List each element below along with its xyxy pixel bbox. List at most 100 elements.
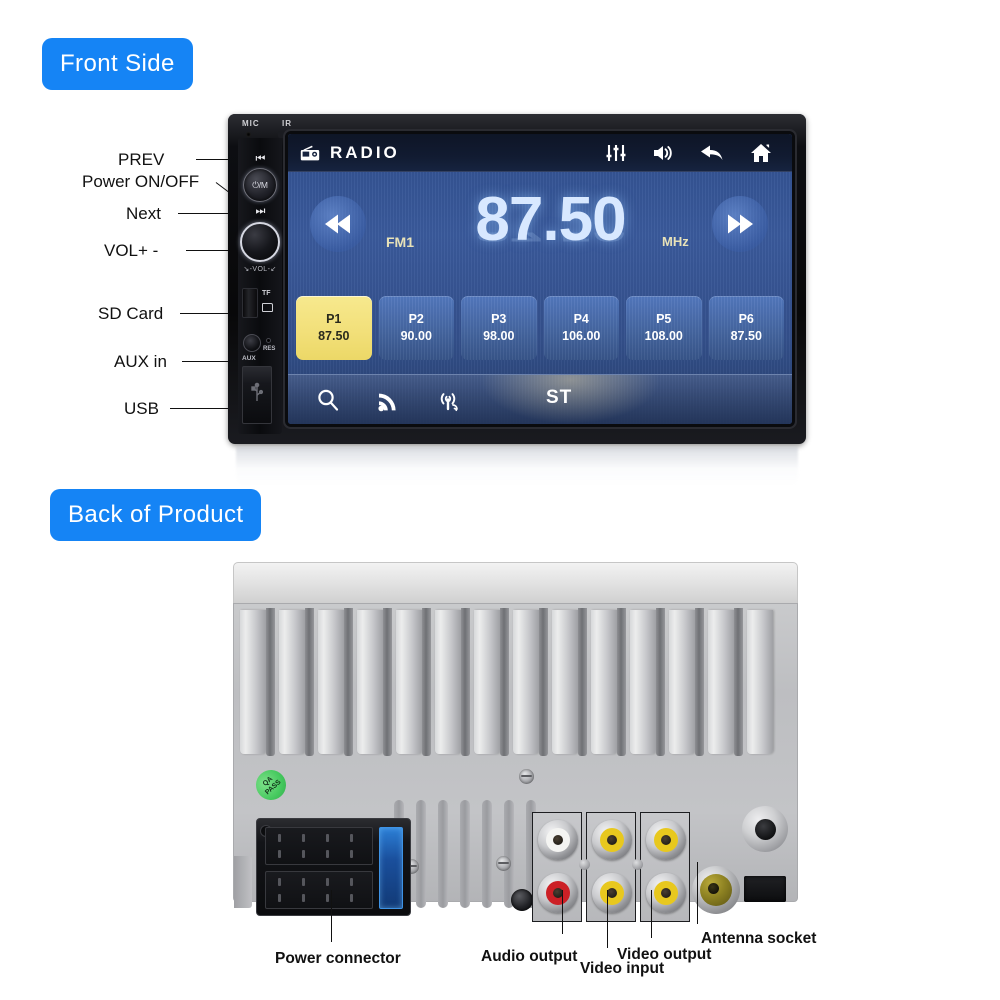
radio-band-label: FM1: [386, 234, 414, 250]
equalizer-icon[interactable]: [606, 144, 626, 162]
antenna-socket-inner: [700, 874, 732, 906]
reset-label: RES: [263, 346, 276, 352]
front-unit-reflection: [236, 447, 798, 487]
leader-line-audio-output: [562, 890, 563, 934]
antenna-scan-icon[interactable]: [436, 388, 462, 412]
preset-button-p6[interactable]: P6 87.50: [708, 296, 784, 360]
connector-pin-bank-top: [265, 827, 373, 865]
preset-frequency: 108.00: [644, 329, 683, 343]
callout-label-video-output: Video output: [617, 946, 712, 963]
screen-top-bar: RADIO: [288, 134, 792, 172]
search-icon[interactable]: [316, 388, 340, 412]
callout-label-audio-output: Audio output: [481, 948, 578, 965]
preset-name: P3: [491, 312, 507, 326]
screen-bottom-bar: ST: [288, 374, 792, 424]
top-bar-icon-group: [606, 143, 772, 163]
heatsink-fins: [240, 604, 793, 759]
section-pill-front-side: Front Side: [42, 38, 193, 90]
chassis-screw-center: [496, 856, 511, 871]
mounting-bracket-left: [234, 856, 252, 908]
callout-label-vol: VOL+ -: [104, 241, 159, 260]
back-arrow-icon[interactable]: [700, 144, 724, 162]
sd-card-slot[interactable]: TF: [242, 284, 278, 328]
preset-name: P2: [408, 312, 424, 326]
preset-name: P6: [738, 312, 754, 326]
rca-jack-yellow-out-1: [646, 820, 686, 860]
volume-knob-label: ↘-VOL-↙: [243, 266, 277, 273]
preset-button-p4[interactable]: P4 106.00: [543, 296, 619, 360]
ir-label: IR: [282, 119, 292, 128]
mic-ir-group: MIC IR: [242, 119, 352, 138]
front-head-unit: MIC IR ⏮ ⏻/M ⏭ ↘-VOL-↙ TF RES AUX RADIO …: [228, 114, 806, 444]
callout-label-sd-card: SD Card: [98, 304, 164, 323]
section-pill-back-of-product: Back of Product: [50, 489, 262, 541]
auxiliary-round-socket: [511, 889, 533, 911]
preset-frequency: 87.50: [318, 329, 350, 343]
frequency-unit: MHz: [662, 234, 689, 249]
video-output-jack-group: [640, 812, 690, 922]
volume-icon[interactable]: [652, 144, 674, 162]
volume-knob[interactable]: [240, 222, 280, 262]
preset-name: P4: [573, 312, 589, 326]
antenna-socket: [692, 866, 740, 914]
rca-bracket-screw-2: [632, 859, 643, 870]
usb-icon: [251, 382, 264, 408]
preset-button-p3[interactable]: P3 98.00: [461, 296, 537, 360]
rca-jack-yellow-out-2: [646, 873, 686, 913]
signal-icon[interactable]: [378, 388, 400, 412]
screen-mode-title: RADIO: [330, 142, 400, 162]
reset-hole[interactable]: [266, 338, 271, 343]
qa-pass-sticker: QA PASS: [249, 763, 293, 807]
callout-label-usb: USB: [124, 399, 159, 418]
connector-pin-bank-bottom: [265, 871, 373, 909]
callout-label-next: Next: [126, 204, 161, 223]
video-input-jack-group: [586, 812, 636, 922]
preset-name: P5: [656, 312, 672, 326]
preset-button-row: P1 87.50 P2 90.00 P3 98.00 P4 106.00 P5: [296, 296, 784, 360]
preset-button-p2[interactable]: P2 90.00: [378, 296, 454, 360]
home-icon[interactable]: [750, 143, 772, 163]
prev-track-button[interactable]: ⏮: [238, 148, 282, 170]
preset-frequency: 98.00: [483, 329, 515, 343]
radio-icon: [300, 145, 320, 161]
preset-frequency: 106.00: [562, 329, 601, 343]
callout-label-aux-in: AUX in: [114, 352, 167, 371]
preset-button-p5[interactable]: P5 108.00: [626, 296, 702, 360]
rca-jack-white: [538, 820, 578, 860]
sd-card-icon: [262, 303, 273, 312]
leader-line-power-connector: [331, 890, 332, 942]
antenna-socket-hole: [708, 882, 719, 894]
tf-label: TF: [262, 290, 271, 297]
tuner-row: FM1 87.50 87.50 MHz: [288, 172, 792, 294]
next-track-button[interactable]: ⏭: [238, 200, 282, 222]
callout-label-prev: PREV: [118, 150, 165, 169]
callout-label-power: Power ON/OFF: [82, 172, 200, 191]
sd-slot-opening: [242, 288, 258, 318]
usb-port[interactable]: [242, 366, 272, 424]
aux-input-jack[interactable]: [243, 334, 261, 352]
rca-jack-yellow-in-1: [592, 820, 632, 860]
back-panel-unit: QA PASS: [233, 562, 798, 922]
touchscreen-display[interactable]: RADIO FM1 87.50 MHz P1 87.50 P2 90.00 P3…: [288, 134, 792, 424]
leader-line-antenna-socket: [697, 862, 698, 924]
rca-jack-red: [538, 873, 578, 913]
chassis-screw-top: [519, 769, 534, 784]
stereo-indicator[interactable]: ST: [546, 387, 572, 409]
leader-line-video-input: [607, 890, 608, 948]
audio-output-jack-group: [532, 812, 582, 922]
aux-label: AUX: [242, 355, 256, 362]
chassis-boss-hole: [754, 818, 776, 840]
frequency-value: 87.50: [475, 185, 626, 254]
power-connector-socket: [256, 818, 411, 916]
power-mode-button[interactable]: ⏻/M: [243, 168, 277, 202]
rca-bracket-screw-1: [579, 859, 590, 870]
leader-line-video-output: [651, 890, 652, 938]
chassis-back-body: QA PASS: [233, 603, 798, 922]
control-strip: ⏮ ⏻/M ⏭ ↘-VOL-↙ TF RES AUX: [238, 138, 282, 434]
preset-button-p1[interactable]: P1 87.50: [296, 296, 372, 360]
microphone-hole: [246, 132, 251, 137]
preset-frequency: 87.50: [730, 329, 762, 343]
rca-jack-yellow-in-2: [592, 873, 632, 913]
screen-next-station-button[interactable]: [712, 196, 768, 252]
screen-prev-station-button[interactable]: [310, 196, 366, 252]
